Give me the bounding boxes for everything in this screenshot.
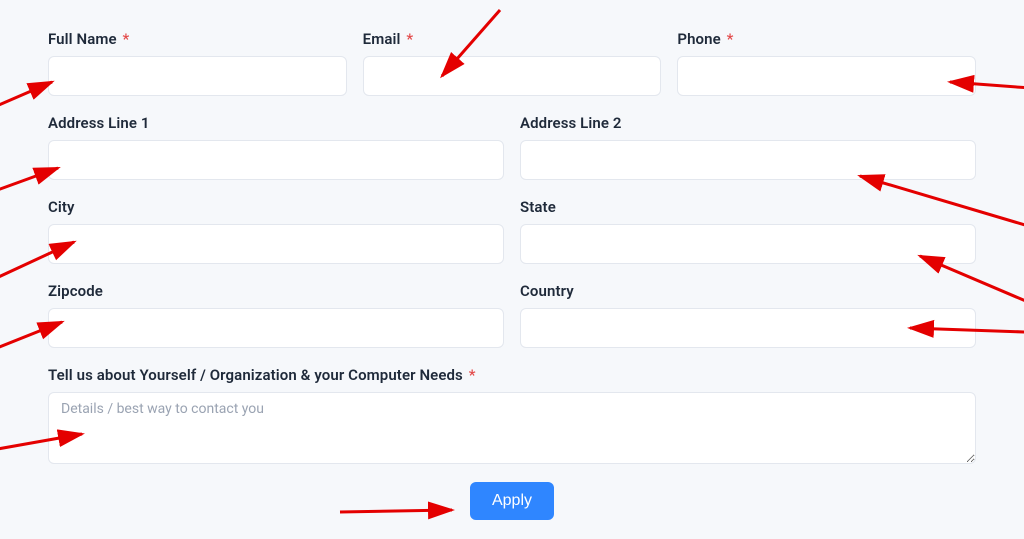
required-marker: *: [727, 30, 734, 48]
label-city: City: [48, 198, 504, 216]
label-phone: Phone *: [677, 30, 976, 48]
label-address1: Address Line 1: [48, 114, 504, 132]
field-details: Tell us about Yourself / Organization & …: [48, 366, 976, 464]
input-email[interactable]: [363, 56, 662, 96]
row-city-state: City State: [48, 198, 976, 264]
required-marker: *: [469, 366, 476, 384]
required-marker: *: [406, 30, 413, 48]
input-details[interactable]: [48, 392, 976, 464]
input-city[interactable]: [48, 224, 504, 264]
label-state: State: [520, 198, 976, 216]
label-full-name-text: Full Name: [48, 30, 117, 48]
label-details-text: Tell us about Yourself / Organization & …: [48, 366, 463, 384]
label-zipcode: Zipcode: [48, 282, 504, 300]
field-address1: Address Line 1: [48, 114, 504, 180]
label-country: Country: [520, 282, 976, 300]
label-email: Email *: [363, 30, 662, 48]
field-address2: Address Line 2: [520, 114, 976, 180]
field-phone: Phone *: [677, 30, 976, 96]
row-name-email-phone: Full Name * Email * Phone *: [48, 30, 976, 96]
row-details: Tell us about Yourself / Organization & …: [48, 366, 976, 464]
input-full-name[interactable]: [48, 56, 347, 96]
label-full-name: Full Name *: [48, 30, 347, 48]
field-zipcode: Zipcode: [48, 282, 504, 348]
input-country[interactable]: [520, 308, 976, 348]
row-address: Address Line 1 Address Line 2: [48, 114, 976, 180]
field-full-name: Full Name *: [48, 30, 347, 96]
input-state[interactable]: [520, 224, 976, 264]
input-zipcode[interactable]: [48, 308, 504, 348]
field-state: State: [520, 198, 976, 264]
label-phone-text: Phone: [677, 30, 720, 48]
field-country: Country: [520, 282, 976, 348]
label-email-text: Email: [363, 30, 401, 48]
required-marker: *: [122, 30, 129, 48]
input-address1[interactable]: [48, 140, 504, 180]
label-details: Tell us about Yourself / Organization & …: [48, 366, 976, 384]
input-address2[interactable]: [520, 140, 976, 180]
field-city: City: [48, 198, 504, 264]
apply-button[interactable]: Apply: [470, 482, 554, 520]
row-submit: Apply: [48, 482, 976, 520]
label-address2: Address Line 2: [520, 114, 976, 132]
application-form: Full Name * Email * Phone * Address Line…: [0, 0, 1024, 520]
field-email: Email *: [363, 30, 662, 96]
row-zip-country: Zipcode Country: [48, 282, 976, 348]
input-phone[interactable]: [677, 56, 976, 96]
